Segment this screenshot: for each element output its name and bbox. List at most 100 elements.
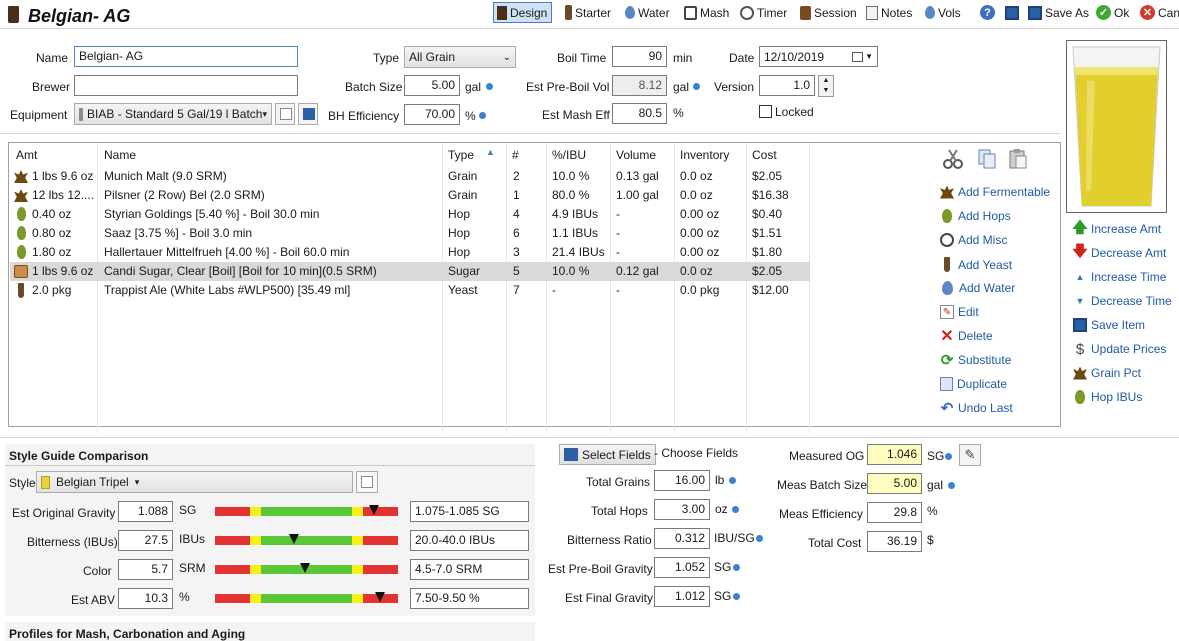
info-dot-icon[interactable] [733, 593, 740, 600]
misc-icon [940, 233, 954, 247]
final-gravity-label: Est Final Gravity [565, 591, 654, 605]
batch-size-input[interactable]: 5.00 [404, 75, 460, 96]
spinner-down-icon[interactable]: ▼ [819, 86, 833, 96]
timer-button[interactable]: Timer [740, 2, 787, 23]
info-dot-icon[interactable] [486, 83, 493, 90]
info-dot-icon[interactable] [479, 112, 486, 119]
info-dot-icon[interactable] [948, 482, 955, 489]
column-header-volume[interactable]: Volume [616, 148, 656, 162]
add-yeast-button[interactable]: Add Yeast [940, 257, 1012, 272]
copy-button[interactable] [976, 148, 998, 170]
info-dot-icon[interactable] [945, 453, 952, 460]
increase-time-button[interactable]: ▲ Increase Time [1073, 270, 1167, 284]
add-hops-button[interactable]: Add Hops [940, 209, 1011, 223]
undo-last-button[interactable]: ↶ Undo Last [940, 400, 1013, 417]
ingredients-table[interactable]: Amt Name Type ▲ # %/IBU Volume Inventory… [8, 142, 1061, 433]
column-header-amt[interactable]: Amt [16, 148, 37, 162]
save-item-button[interactable]: Save Item [1073, 318, 1145, 332]
mash-button[interactable]: Mash [684, 2, 729, 23]
table-row[interactable]: 1 lbs 9.6 oz Candi Sugar, Clear [Boil] [… [10, 262, 810, 281]
decrease-time-button[interactable]: ▼ Decrease Time [1073, 294, 1172, 308]
duplicate-button[interactable]: Duplicate [940, 377, 1007, 391]
chevron-down-icon: ▾ [262, 108, 267, 119]
edit-icon [280, 108, 292, 120]
cell-pct: 80.0 % [552, 188, 590, 202]
locked-checkbox[interactable] [759, 105, 772, 118]
hydrometer-button[interactable]: ✎ [959, 444, 981, 466]
chevron-down-icon[interactable]: ▼ [865, 52, 873, 61]
table-row[interactable]: 2.0 pkg Trappist Ale (White Labs #WLP500… [10, 281, 810, 300]
decrease-amt-button[interactable]: 🡇 Decrease Amt [1072, 243, 1167, 261]
column-header-inventory[interactable]: Inventory [680, 148, 729, 162]
save-as-button[interactable]: Save As [1028, 2, 1089, 23]
select-fields-button[interactable]: Select Fields [559, 444, 656, 465]
bh-efficiency-input[interactable]: 70.00 [404, 104, 460, 125]
delete-button[interactable]: ✕ Delete [940, 328, 992, 345]
decrease-amt-label: Decrease Amt [1091, 246, 1167, 260]
cell-cost: $1.80 [752, 245, 783, 259]
style-select[interactable]: Belgian Tripel ▾ [36, 471, 353, 493]
add-water-button[interactable]: Add Water [940, 281, 1015, 295]
spinner-up-icon[interactable]: ▲ [819, 76, 833, 86]
cut-button[interactable] [942, 148, 964, 170]
column-header-cost[interactable]: Cost [752, 148, 777, 162]
vols-button[interactable]: Vols [925, 2, 961, 23]
add-misc-button[interactable]: Add Misc [940, 233, 1007, 247]
substitute-button[interactable]: ⟳ Substitute [940, 352, 1012, 369]
info-dot-icon[interactable] [693, 83, 700, 90]
info-dot-icon[interactable] [729, 477, 736, 484]
table-row[interactable]: 0.80 oz Saaz [3.75 %] - Boil 3.0 min Hop… [10, 224, 810, 243]
version-input[interactable]: 1.0 [759, 75, 815, 96]
update-prices-button[interactable]: $ Update Prices [1073, 341, 1167, 358]
edit-style-button[interactable] [356, 471, 378, 493]
date-picker-controls: ▼ [852, 51, 873, 62]
table-row[interactable]: 1 lbs 9.6 oz Munich Malt (9.0 SRM) Grain… [10, 167, 810, 186]
edit-equipment-button[interactable] [275, 103, 295, 125]
version-spinner[interactable]: ▲ ▼ [818, 75, 834, 97]
cell-amt: 2.0 pkg [32, 283, 72, 297]
column-header-pct-ibu[interactable]: %/IBU [552, 148, 586, 162]
table-row[interactable]: 12 lbs 12.... Pilsner (2 Row) Bel (2.0 S… [10, 186, 810, 205]
calendar-icon[interactable] [852, 51, 864, 62]
bitterness-ratio-output: 0.312 [654, 528, 710, 549]
column-header-name[interactable]: Name [104, 148, 136, 162]
session-button[interactable]: Session [800, 2, 857, 23]
measured-og-input[interactable]: 1.046 [867, 444, 922, 465]
add-fermentable-button[interactable]: Add Fermentable [940, 185, 1050, 199]
notes-button[interactable]: Notes [866, 2, 912, 23]
info-dot-icon[interactable] [756, 535, 763, 542]
table-row[interactable]: 0.40 oz Styrian Goldings [5.40 %] - Boil… [10, 205, 810, 224]
cell-amt: 1 lbs 9.6 oz [32, 264, 94, 278]
increase-amt-button[interactable]: 🡅 Increase Amt [1072, 219, 1161, 237]
date-picker[interactable]: 12/10/2019 ▼ [759, 46, 878, 67]
kettle-icon [79, 107, 84, 121]
equipment-select[interactable]: BIAB - Standard 5 Gal/19 l Batch ▾ [74, 103, 272, 125]
mash-eff-label: Est Mash Eff [542, 108, 610, 122]
column-header-type[interactable]: Type [448, 148, 474, 162]
brewer-input[interactable] [74, 75, 298, 96]
info-dot-icon[interactable] [732, 506, 739, 513]
ibu-unit: IBUs [179, 532, 206, 546]
equipment-label: Equipment [10, 108, 68, 122]
type-select[interactable]: All Grain ⌄ [404, 46, 516, 68]
sugar-bag-icon [14, 265, 28, 278]
starter-button[interactable]: Starter [565, 2, 611, 23]
paste-button[interactable] [1007, 148, 1029, 170]
save-button[interactable] [1005, 2, 1019, 23]
save-equipment-button[interactable] [298, 103, 318, 125]
meas-efficiency-output: 29.8 [867, 502, 922, 523]
design-button[interactable]: Design [493, 2, 553, 23]
info-dot-icon[interactable] [733, 564, 740, 571]
cancel-button[interactable]: ✕ Can [1140, 2, 1179, 23]
edit-button[interactable]: ✎ Edit [940, 305, 979, 319]
help-button[interactable]: ? [980, 2, 995, 23]
water-button[interactable]: Water [625, 2, 670, 23]
hop-ibus-button[interactable]: Hop IBUs [1073, 390, 1142, 404]
table-row[interactable]: 1.80 oz Hallertauer Mittelfrueh [4.00 %]… [10, 243, 810, 262]
ok-button[interactable]: ✓ Ok [1096, 2, 1129, 23]
name-input[interactable]: Belgian- AG [74, 46, 298, 67]
grain-pct-button[interactable]: Grain Pct [1073, 366, 1141, 380]
column-header-num[interactable]: # [512, 148, 519, 162]
meas-batch-size-input[interactable]: 5.00 [867, 473, 922, 494]
boil-time-input[interactable]: 90 [612, 46, 667, 67]
